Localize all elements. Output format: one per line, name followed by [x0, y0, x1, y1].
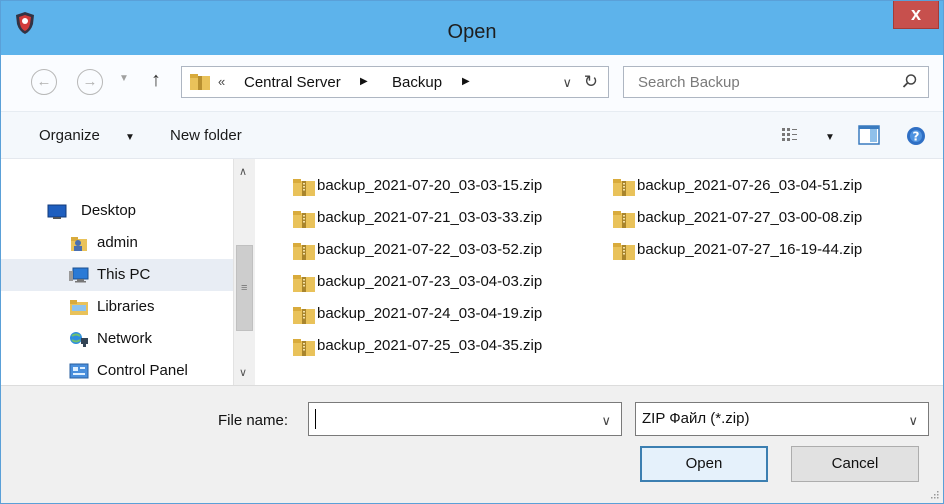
chevron-down-icon[interactable]: ∨	[908, 413, 918, 429]
text-caret	[315, 409, 316, 429]
search-icon[interactable]	[902, 73, 918, 89]
file-item[interactable]: backup_2021-07-27_03-00-08.zip	[613, 203, 923, 233]
breadcrumb-central-server[interactable]: Central Server	[244, 74, 341, 91]
zip-folder-icon	[293, 179, 315, 196]
new-folder-button[interactable]: New folder	[170, 127, 242, 144]
refresh-icon[interactable]: ↻	[584, 72, 598, 92]
navigation-pane: Desktop admin This PC Libraries Network …	[1, 159, 257, 385]
desktop-icon	[47, 204, 67, 219]
zip-folder-icon	[293, 339, 315, 356]
address-bar[interactable]: « Central Server ▶ Backup ▶ ∨ ↻	[181, 66, 609, 98]
libraries-icon	[70, 300, 88, 315]
chevron-down-icon[interactable]: ▼	[125, 132, 135, 143]
nav-label-libraries: Libraries	[97, 298, 155, 315]
change-view-icon[interactable]	[781, 126, 799, 144]
cancel-button[interactable]: Cancel	[791, 446, 919, 482]
file-name: backup_2021-07-25_03-04-35.zip	[317, 337, 543, 354]
zip-folder-icon	[293, 243, 315, 260]
nav-item-desktop[interactable]: Desktop	[1, 195, 233, 227]
file-item[interactable]: backup_2021-07-21_03-03-33.zip	[293, 203, 603, 233]
view-dropdown-icon[interactable]: ▼	[825, 132, 835, 143]
scroll-down-icon[interactable]: ∨	[239, 366, 247, 379]
preview-pane-icon[interactable]	[858, 125, 880, 145]
file-name-input[interactable]: ∨	[308, 402, 622, 436]
user-folder-icon	[71, 237, 87, 251]
address-row: ← → ▼ ↑ « Central Server ▶ Backup ▶ ∨ ↻ …	[1, 55, 943, 111]
file-name: backup_2021-07-20_03-03-15.zip	[317, 177, 543, 194]
title-bar[interactable]: Open x	[1, 1, 943, 55]
nav-item-control-panel[interactable]: Control Panel	[1, 355, 233, 387]
grip-icon: ≡	[241, 282, 248, 294]
toolbar: Organize ▼ New folder ▼ ?	[1, 111, 943, 159]
file-name: backup_2021-07-21_03-03-33.zip	[317, 209, 543, 226]
nav-label-desktop: Desktop	[81, 202, 137, 219]
chevron-right-icon[interactable]: ▶	[360, 76, 368, 87]
nav-item-network[interactable]: Network	[1, 323, 233, 355]
breadcrumb-backup[interactable]: Backup	[392, 74, 442, 91]
zip-folder-icon	[293, 275, 315, 292]
dialog-footer: File name: ∨ ZIP Файл (*.zip) ∨ Open Can…	[1, 385, 943, 503]
chevron-down-icon[interactable]: ∨	[601, 413, 611, 429]
zip-folder-icon	[293, 211, 315, 228]
open-dialog: Open x ← → ▼ ↑ « Central Server ▶ Backup…	[0, 0, 944, 504]
close-button[interactable]: x	[893, 1, 939, 29]
nav-scrollbar[interactable]: ∧ ≡ ∨	[233, 159, 255, 385]
recent-locations-dropdown[interactable]: ▼	[119, 73, 129, 84]
file-item[interactable]: backup_2021-07-23_03-04-03.zip	[293, 267, 603, 297]
nav-item-admin[interactable]: admin	[1, 227, 233, 259]
forward-button[interactable]: →	[77, 69, 103, 95]
nav-item-libraries[interactable]: Libraries	[1, 291, 233, 323]
up-button[interactable]: ↑	[151, 69, 161, 92]
file-name: backup_2021-07-24_03-04-19.zip	[317, 305, 543, 322]
open-button[interactable]: Open	[640, 446, 768, 482]
window-title: Open	[447, 21, 497, 43]
nav-label-admin: admin	[97, 234, 138, 251]
zip-folder-icon	[613, 211, 635, 228]
file-name: backup_2021-07-23_03-04-03.zip	[317, 273, 543, 290]
file-item[interactable]: backup_2021-07-20_03-03-15.zip	[293, 171, 603, 201]
svg-text:?: ?	[913, 130, 920, 144]
help-icon[interactable]: ?	[906, 126, 926, 146]
file-item[interactable]: backup_2021-07-22_03-03-52.zip	[293, 235, 603, 265]
zip-folder-icon	[613, 179, 635, 196]
scrollbar-thumb[interactable]: ≡	[236, 245, 253, 331]
organize-button[interactable]: Organize	[39, 127, 100, 144]
zip-folder-icon	[613, 243, 635, 260]
search-box[interactable]: Search Backup	[623, 66, 929, 98]
zip-folder-icon	[293, 307, 315, 324]
breadcrumb-overflow[interactable]: «	[218, 74, 225, 89]
file-item[interactable]: backup_2021-07-27_16-19-44.zip	[613, 235, 923, 265]
file-item[interactable]: backup_2021-07-26_03-04-51.zip	[613, 171, 923, 201]
file-item[interactable]: backup_2021-07-24_03-04-19.zip	[293, 299, 603, 329]
file-name-label: File name:	[218, 412, 289, 429]
scroll-up-icon[interactable]: ∧	[239, 165, 247, 178]
nav-item-this-pc[interactable]: This PC	[1, 259, 233, 291]
folder-icon	[190, 74, 210, 90]
network-icon	[70, 332, 88, 347]
file-name: backup_2021-07-27_03-00-08.zip	[637, 209, 863, 226]
file-name: backup_2021-07-22_03-03-52.zip	[317, 241, 543, 258]
nav-label-this-pc: This PC	[97, 266, 151, 283]
control-panel-icon	[69, 363, 89, 379]
file-name: backup_2021-07-27_16-19-44.zip	[637, 241, 863, 258]
file-type-select[interactable]: ZIP Файл (*.zip) ∨	[635, 402, 929, 436]
computer-icon	[69, 267, 89, 283]
file-item[interactable]: backup_2021-07-25_03-04-35.zip	[293, 331, 603, 361]
file-list: backup_2021-07-20_03-03-15.zip backup_20…	[257, 159, 943, 385]
file-name: backup_2021-07-26_03-04-51.zip	[637, 177, 863, 194]
search-placeholder: Search Backup	[638, 74, 740, 91]
file-type-value: ZIP Файл (*.zip)	[642, 410, 750, 427]
nav-label-network: Network	[97, 330, 153, 347]
resize-grip-icon[interactable]	[929, 489, 939, 499]
back-button[interactable]: ←	[31, 69, 57, 95]
chevron-right-icon[interactable]: ▶	[462, 76, 470, 87]
address-dropdown-icon[interactable]: ∨	[562, 75, 572, 91]
nav-label-control-panel: Control Panel	[97, 362, 188, 379]
